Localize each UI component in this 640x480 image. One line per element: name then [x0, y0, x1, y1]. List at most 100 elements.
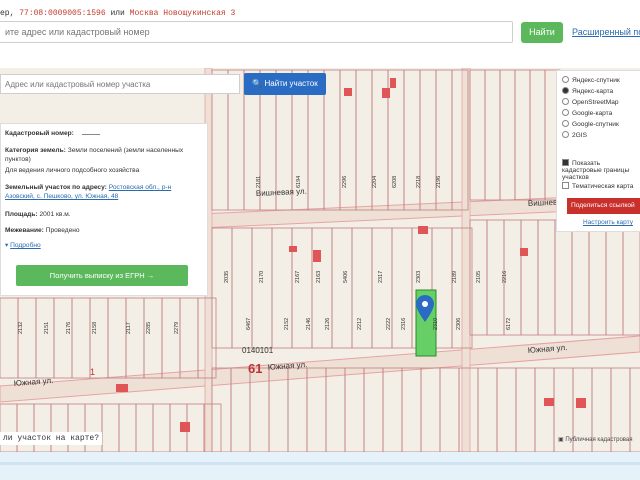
parcel-boundary	[420, 367, 441, 452]
parcel-boundary	[251, 227, 273, 349]
parcel-search-input[interactable]	[0, 74, 240, 94]
parcel-boundary	[382, 367, 403, 452]
checkbox-checked-icon	[562, 159, 569, 166]
parcel-number-label: 2216	[502, 271, 508, 283]
parcel-boundary	[419, 69, 437, 211]
parcel-number-label: 2212	[357, 318, 363, 330]
bottom-strip	[0, 452, 640, 480]
layer-option-label: Яндекс-карта	[572, 88, 614, 95]
layer-option[interactable]: Google-карта	[562, 109, 612, 117]
parcel-number-label: 2151	[44, 322, 50, 334]
cadastral-number-row: Кадастровый номер:	[5, 129, 201, 138]
parcel-number-label: 2176	[66, 322, 72, 334]
radio-icon	[562, 120, 569, 127]
block-small-number: 1	[90, 367, 95, 377]
parcel-boundary	[484, 69, 501, 201]
find-parcel-button[interactable]: 🔍 Найти участок	[244, 73, 326, 95]
parcel-boundary	[161, 297, 181, 379]
parcel-boundary	[534, 367, 555, 452]
parcel-boundary	[469, 69, 486, 201]
parcel-number-label: 2189	[452, 271, 458, 283]
layer-option-label: Google-карта	[572, 110, 613, 117]
layer-option[interactable]: Яндекс-спутник	[562, 76, 620, 84]
more-details-label: Подробно	[10, 242, 41, 249]
radio-icon	[562, 98, 569, 105]
parcel-boundary	[17, 297, 37, 379]
layer-option[interactable]: Google-спутник	[562, 120, 619, 128]
advanced-search-link[interactable]: Расширенный пои	[572, 27, 640, 37]
main-search-row: Найти Расширенный пои	[0, 21, 640, 47]
layer-option[interactable]: 2GIS	[562, 131, 587, 139]
survey-label: Межевание:	[5, 227, 44, 234]
layer-option[interactable]: OpenStreetMap	[562, 98, 619, 106]
parcel-boundary	[529, 69, 546, 201]
parcel-boundary	[514, 69, 531, 201]
parcel-boundary	[118, 403, 137, 452]
example-cadastral: 77:08:0009005:1596	[19, 9, 106, 18]
parcel-info-panel: Кадастровый номер: Категория земель: Зем…	[0, 123, 208, 296]
parcel-boundary	[520, 219, 539, 336]
parcel-number-label: 2146	[306, 318, 312, 330]
parcel-boundary	[344, 367, 365, 452]
checkbox-icon	[562, 182, 569, 189]
parcel-number-label: 2310	[433, 318, 439, 330]
parcel-number-label: 2035	[224, 271, 230, 283]
parcel-number-label: 2279	[174, 322, 180, 334]
share-link-button[interactable]: Поделиться ссылкой	[567, 198, 640, 214]
main-search-input[interactable]	[0, 21, 513, 43]
parcel-boundary	[363, 367, 384, 452]
area-value: 2001 кв.м.	[39, 211, 71, 218]
cadastral-block-id: 0140101	[242, 346, 274, 355]
show-boundaries-toggle[interactable]: Показать кадастровые границы участков	[562, 159, 640, 181]
parcel-number-label: 2316	[401, 318, 407, 330]
more-details-link[interactable]: ▾ Подробно	[5, 241, 201, 250]
find-button[interactable]: Найти	[521, 22, 563, 43]
parcel-boundary	[125, 297, 145, 379]
parcel-boundary	[355, 69, 373, 211]
layer-option[interactable]: Яндекс-карта	[562, 87, 613, 95]
parcel-number-label: 2181	[256, 176, 262, 188]
search-example-hint: ер, 77:08:0009005:1596 или Москва Новощу…	[0, 9, 235, 18]
thematic-map-toggle[interactable]: Тематическая карта	[562, 182, 633, 190]
parcel-number-label: 2167	[295, 271, 301, 283]
parcel-boundary	[143, 297, 163, 379]
parcel-boundary	[496, 367, 517, 452]
address-row: Земельный участок по адресу: Ростовская …	[5, 183, 201, 201]
parcel-number-label: 2163	[316, 271, 322, 283]
radio-icon	[562, 87, 569, 94]
parcel-number-label: 2158	[92, 322, 98, 334]
map-layers-panel: Яндекс-спутник Яндекс-карта OpenStreetMap G…	[556, 70, 640, 232]
parcel-number-label: 2285	[146, 322, 152, 334]
parcel-number-label: 2105	[476, 271, 482, 283]
parcel-boundary	[477, 367, 498, 452]
address-label: Земельный участок по адресу:	[5, 184, 107, 191]
parcel-boundary	[403, 69, 421, 211]
radio-icon	[562, 109, 569, 116]
radio-icon	[562, 131, 569, 138]
parcel-boundary	[515, 367, 536, 452]
parcel-boundary	[622, 219, 640, 336]
category-row: Категория земель: Земли поселений (земли…	[5, 146, 201, 164]
parcel-boundary	[211, 227, 233, 349]
parcel-number-label: 6208	[392, 176, 398, 188]
street-label-vishnevaya: Вишневая ул.	[256, 187, 307, 198]
layer-option-label: 2GIS	[572, 132, 588, 139]
parcel-number-label: 2306	[456, 318, 462, 330]
parcel-boundary	[554, 219, 573, 336]
get-egrn-extract-button[interactable]: Получить выписку из ЕГРН →	[16, 265, 188, 286]
parcel-number-label: 2303	[416, 271, 422, 283]
info-icon: ▣	[558, 437, 564, 443]
cadastral-number-label: Кадастровый номер:	[5, 130, 74, 137]
parcel-boundary	[401, 367, 422, 452]
question-text: ли участок на карте?	[0, 432, 103, 445]
area-row: Площадь: 2001 кв.м.	[5, 210, 201, 219]
parcel-boundary	[571, 219, 590, 336]
parcel-boundary	[89, 297, 109, 379]
setup-map-link[interactable]: Настроить карту	[583, 219, 633, 226]
parcel-boundary	[325, 367, 346, 452]
parcel-boundary	[499, 69, 516, 201]
map-attribution: ▣ Публичная кадастровая	[558, 436, 633, 443]
parcel-number-label: 6467	[246, 318, 252, 330]
parcel-boundary	[537, 219, 556, 336]
parcel-number-label: 2317	[378, 271, 384, 283]
